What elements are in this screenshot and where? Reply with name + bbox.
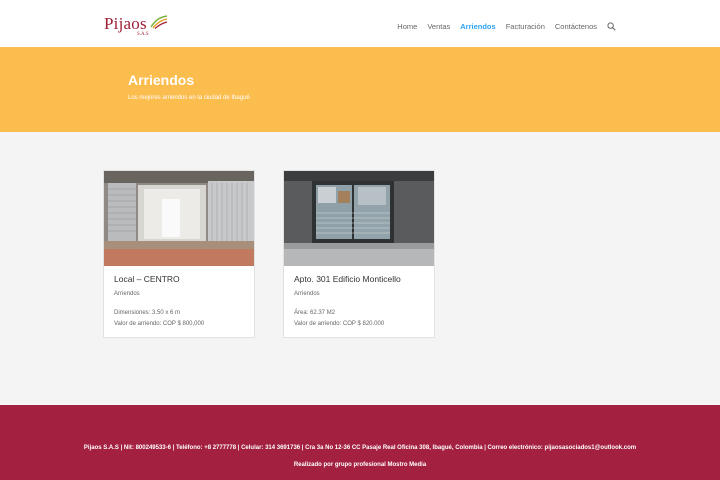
listing-card-local-centro[interactable]: Local – CENTRO Arriendos Dimensiones: 3.… [103, 170, 255, 338]
listing-category[interactable]: Arriendos [114, 291, 140, 297]
page-hero: Arriendos Los mejores arriendos en la ci… [0, 47, 720, 132]
listing-title[interactable]: Local – CENTRO [114, 274, 180, 284]
site-logo[interactable]: Pijaos S.A.S [104, 14, 168, 37]
page-subtitle: Los mejores arriendos en la ciudad de Ib… [128, 95, 250, 101]
listing-title[interactable]: Apto. 301 Edificio Monticello [294, 274, 401, 284]
footer-contact-info: Pijaos S.A.S | Nit: 800249533-6 | Teléfo… [83, 445, 637, 451]
listing-dimensions: Dimensiones: 3.50 x 6 m [114, 310, 181, 316]
nav-ventas[interactable]: Ventas [427, 22, 450, 31]
logo-text: Pijaos [104, 14, 147, 33]
listing-area: Área: 62.37 M2 [294, 310, 336, 316]
listing-card-apto-301[interactable]: Apto. 301 Edificio Monticello Arriendos … [283, 170, 435, 338]
nav-arriendos[interactable]: Arriendos [460, 22, 495, 31]
site-header: Pijaos S.A.S Home Ventas Arriendos Factu… [0, 0, 720, 47]
logo-subtitle: S.A.S [137, 32, 149, 37]
site-footer: Pijaos S.A.S | Nit: 800249533-6 | Teléfo… [0, 405, 720, 480]
listing-photo-local[interactable] [104, 171, 254, 266]
listing-price: Valor de arriendo: COP $ 820.000 [294, 321, 385, 327]
nav-contactenos[interactable]: Contáctenos [555, 22, 597, 31]
footer-credit: Realizado por grupo profesional Mostro M… [293, 462, 427, 468]
nav-facturacion[interactable]: Facturación [506, 22, 545, 31]
nav-home[interactable]: Home [397, 22, 417, 31]
search-icon[interactable] [607, 22, 616, 31]
listing-price: Valor de arriendo: COP $ 800,000 [114, 321, 205, 327]
page-title: Arriendos [128, 72, 195, 88]
main-nav: Home Ventas Arriendos Facturación Contác… [387, 22, 616, 31]
leaf-icon [150, 15, 168, 29]
listing-category[interactable]: Arriendos [294, 291, 320, 297]
listing-photo-apto[interactable] [284, 171, 434, 266]
